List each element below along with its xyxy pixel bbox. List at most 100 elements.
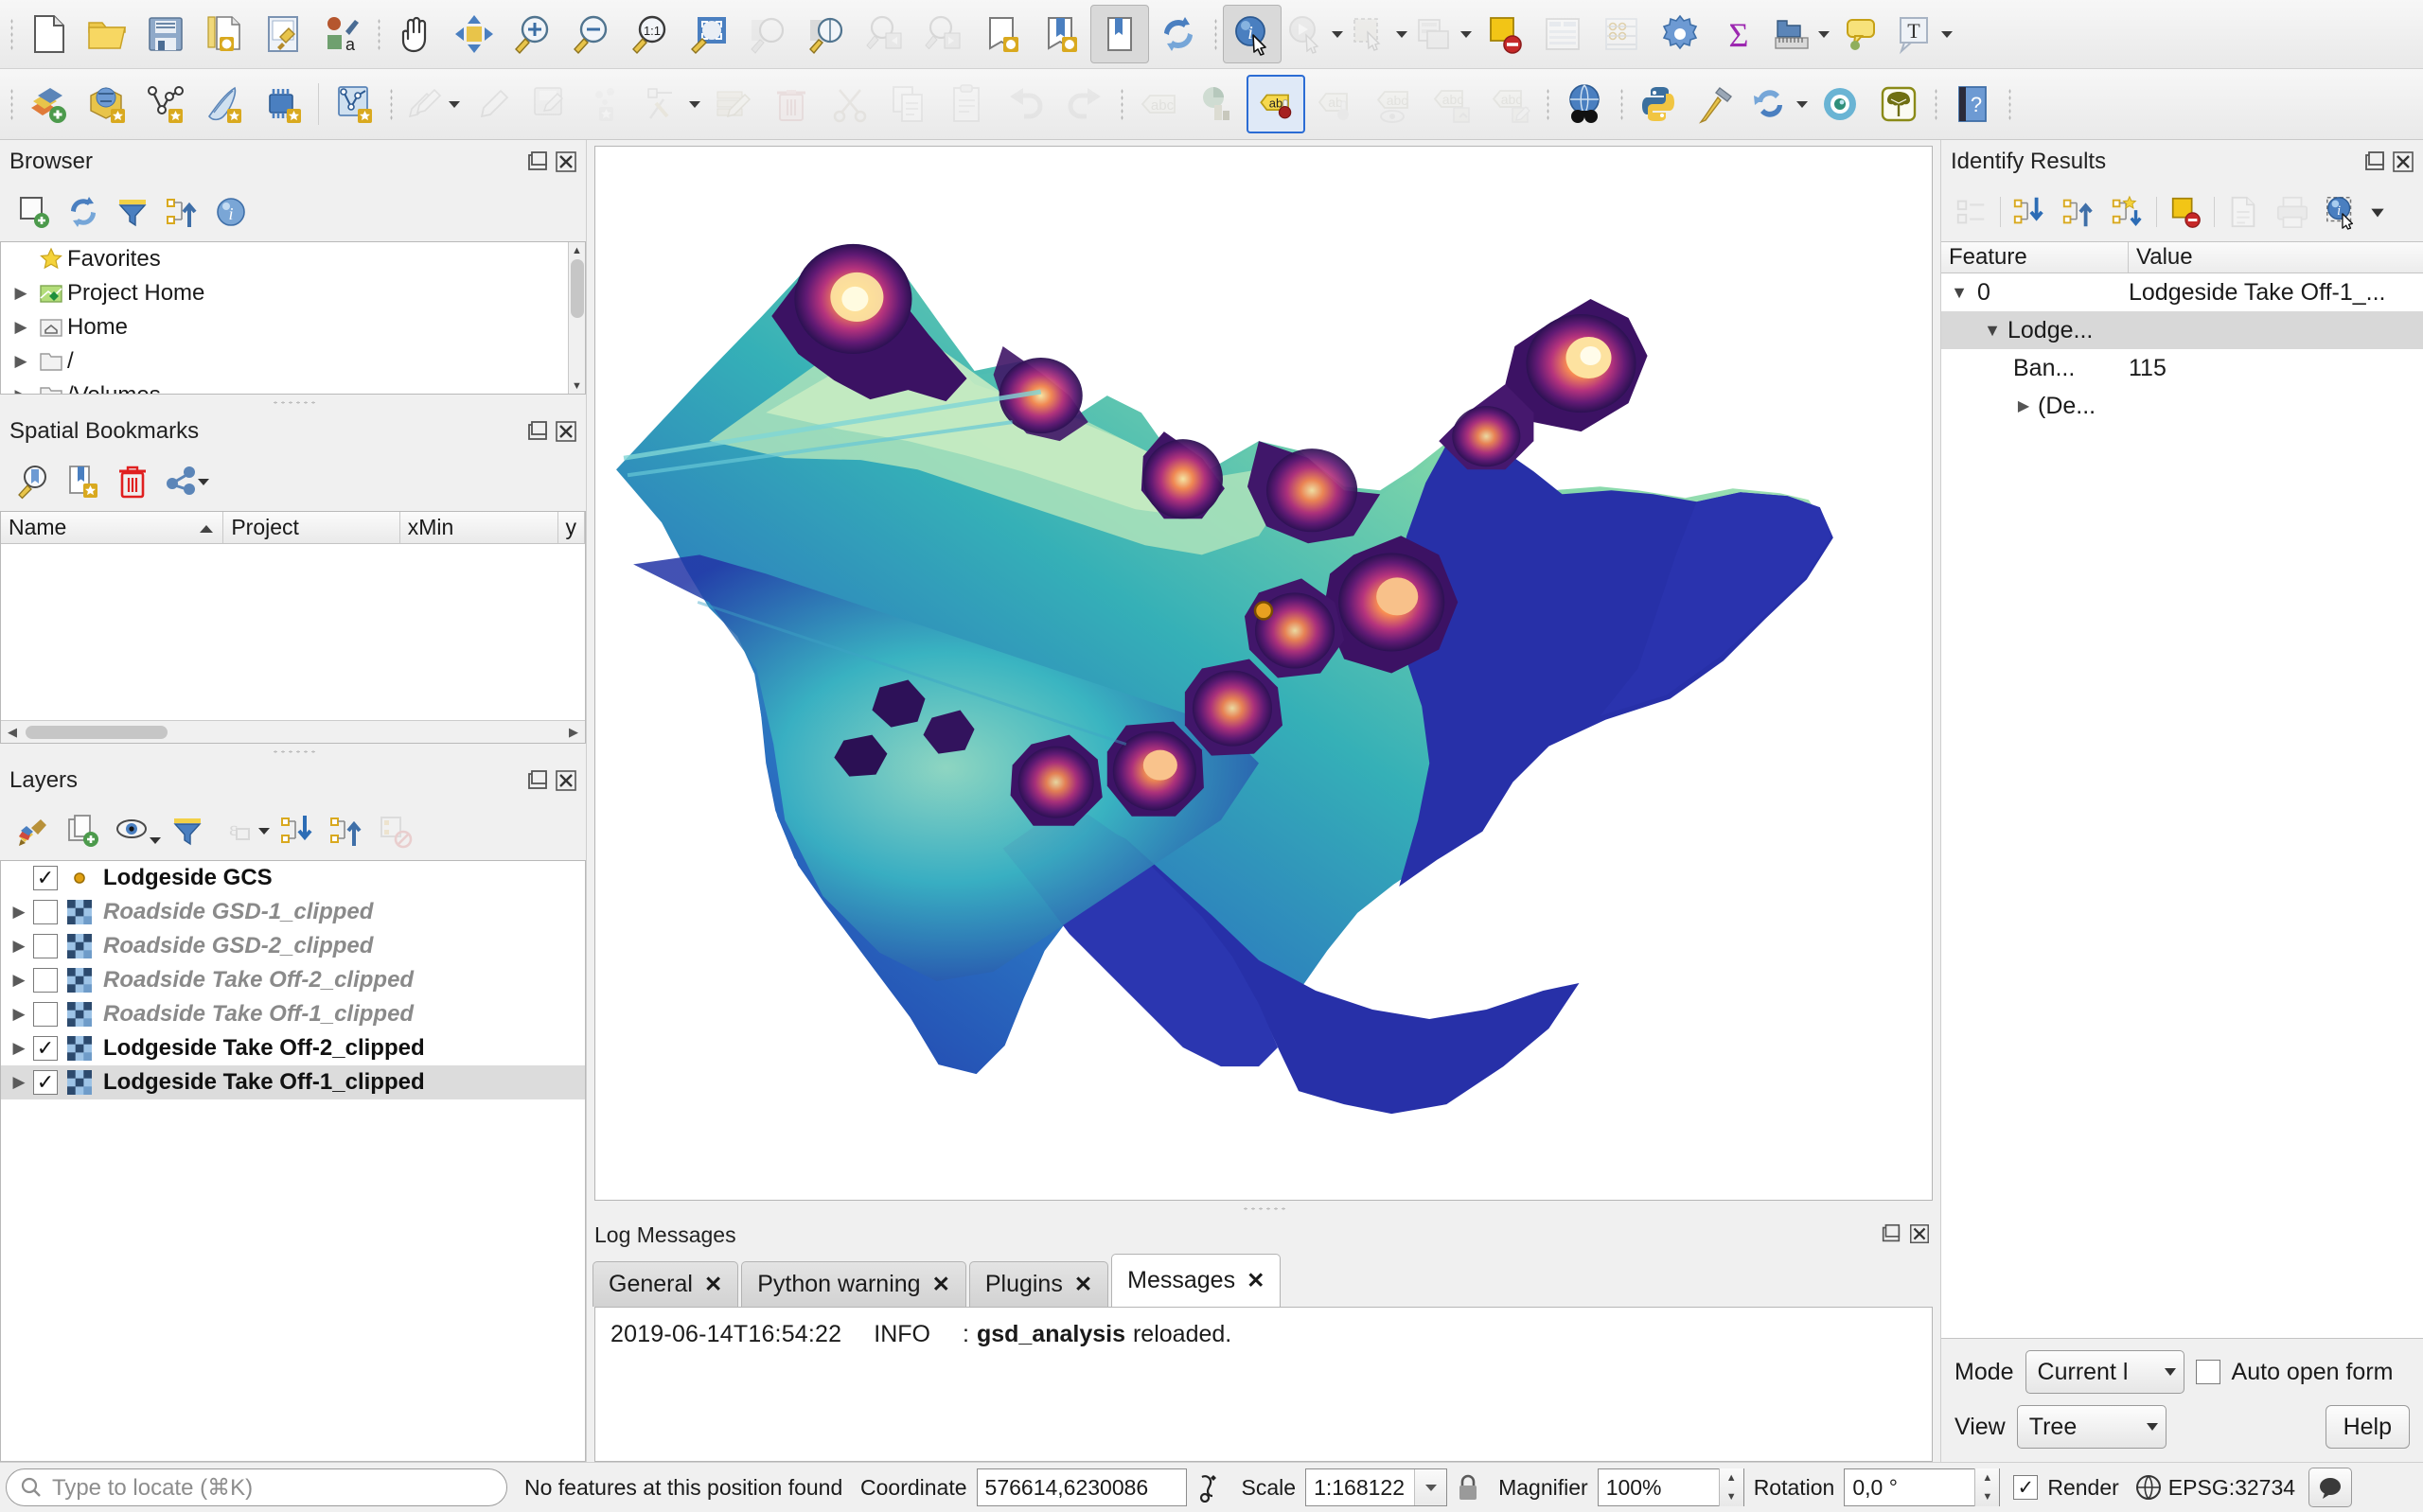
metasearch-icon[interactable] xyxy=(1555,75,1614,133)
layer-expander[interactable]: ▶ xyxy=(5,937,33,956)
add-bookmark-icon[interactable] xyxy=(59,457,108,506)
zoom-out-icon[interactable] xyxy=(562,5,621,63)
zoom-last-icon[interactable] xyxy=(856,5,914,63)
tab-plugins[interactable]: Plugins ✕ xyxy=(968,1261,1109,1307)
remove-layer-icon[interactable] xyxy=(371,806,420,855)
bookmarks-col-name[interactable]: Name xyxy=(1,512,224,543)
identify-row-layer[interactable]: ▼ Lodge... xyxy=(1941,311,2423,349)
crs-value[interactable]: EPSG:32734 xyxy=(2168,1475,2295,1501)
toolbar2-grip-4[interactable] xyxy=(1540,82,1555,126)
text-annotation-icon[interactable]: T xyxy=(1891,5,1938,63)
python-console-icon[interactable] xyxy=(1629,75,1688,133)
measure-dropdown-caret[interactable] xyxy=(1815,5,1832,63)
toggle-editing-icon[interactable] xyxy=(463,75,522,133)
tab-close-icon[interactable]: ✕ xyxy=(704,1272,722,1297)
refresh-icon[interactable] xyxy=(1149,5,1208,63)
crs-globe-icon[interactable] xyxy=(2129,1473,2168,1502)
save-project-icon[interactable] xyxy=(136,5,195,63)
expand-all-results-icon[interactable] xyxy=(2005,187,2054,237)
rotation-spinbox[interactable]: 0,0 ° ▲ ▼ xyxy=(1844,1468,2001,1506)
zoom-native-icon[interactable]: 1:1 xyxy=(621,5,680,63)
expression-filter-icon[interactable]: ε xyxy=(212,806,261,855)
open-project-icon[interactable] xyxy=(78,5,136,63)
expand-new-icon[interactable] xyxy=(1947,187,1996,237)
layer-expander[interactable]: ▶ xyxy=(5,1039,33,1058)
deselect-features-icon[interactable] xyxy=(1475,5,1533,63)
log-content[interactable]: 2019-06-14T16:54:22 INFO : gsd_analysis … xyxy=(594,1307,1933,1462)
enable-properties-icon[interactable]: i xyxy=(206,187,256,237)
tab-python-warning[interactable]: Python warning ✕ xyxy=(741,1261,966,1307)
refresh-browser-icon[interactable] xyxy=(59,187,108,237)
paste-features-icon[interactable] xyxy=(938,75,997,133)
options-icon[interactable] xyxy=(1651,5,1709,63)
browser-scroll-thumb[interactable] xyxy=(571,259,584,318)
zoom-layer-icon[interactable] xyxy=(797,5,856,63)
tab-close-icon[interactable]: ✕ xyxy=(1074,1272,1092,1297)
toolbar2-grip-2[interactable] xyxy=(383,82,398,126)
new-map-bookmark-icon[interactable] xyxy=(973,5,1032,63)
import-export-bookmarks-icon[interactable] xyxy=(157,457,206,506)
browser-item-root[interactable]: ▶ / xyxy=(1,344,568,378)
render-checkbox[interactable]: ✓ xyxy=(2013,1475,2039,1500)
identify-row-derived[interactable]: ▶ (De... xyxy=(1941,387,2423,425)
delete-bookmark-icon[interactable] xyxy=(108,457,157,506)
pin-labels-icon[interactable]: ab xyxy=(1247,75,1305,133)
filter-browser-icon[interactable] xyxy=(108,187,157,237)
layer-visibility-checkbox[interactable] xyxy=(33,1002,58,1027)
current-edits-icon[interactable] xyxy=(398,75,446,133)
identify-results-tree[interactable]: ▼ 0 Lodgeside Take Off-1_... ▼ Lodge... … xyxy=(1941,273,2423,1339)
new-spatialite-layer-icon[interactable] xyxy=(195,75,254,133)
layer-row-lodgeside-take-off-1[interactable]: ▶ ✓ Lodgeside Take Off-1_clipped xyxy=(1,1065,585,1099)
zoom-next-icon[interactable] xyxy=(914,5,973,63)
undo-icon[interactable] xyxy=(997,75,1055,133)
layer-visibility-checkbox[interactable] xyxy=(33,934,58,958)
tree-plugin-icon[interactable] xyxy=(1869,75,1928,133)
map-render[interactable] xyxy=(595,147,1932,1200)
toolbar2-grip-3[interactable] xyxy=(1114,82,1129,126)
expander-down-icon[interactable]: ▼ xyxy=(1941,283,1977,303)
bookmarks-col-project[interactable]: Project xyxy=(223,512,400,543)
add-feature-icon[interactable] xyxy=(580,75,639,133)
rotate-label-icon[interactable]: abc xyxy=(1423,75,1481,133)
layer-row-lodgeside-gcs[interactable]: ✓ Lodgeside GCS xyxy=(1,861,585,895)
toggle-extents-icon[interactable] xyxy=(1187,1472,1232,1503)
pan-to-selection-icon[interactable] xyxy=(445,5,504,63)
copy-features-icon[interactable] xyxy=(879,75,938,133)
default-actions-icon[interactable] xyxy=(2103,187,2152,237)
clear-results-icon[interactable] xyxy=(2161,187,2210,237)
identify-features-icon[interactable]: i xyxy=(1223,5,1282,63)
browser-item-volumes[interactable]: ▶ /Volumes xyxy=(1,378,568,394)
modify-attributes-icon[interactable] xyxy=(703,75,762,133)
canvas-log-splitter[interactable] xyxy=(587,1201,1940,1216)
layer-visibility-checkbox[interactable]: ✓ xyxy=(33,866,58,890)
run-feature-action-icon[interactable] xyxy=(1282,5,1329,63)
layer-row-roadside-gsd-1[interactable]: ▶ Roadside GSD-1_clipped xyxy=(1,895,585,929)
new-shapefile-layer-icon[interactable] xyxy=(136,75,195,133)
layer-visibility-checkbox[interactable] xyxy=(33,968,58,993)
add-layer-icon[interactable] xyxy=(19,75,78,133)
manage-visibility-icon[interactable] xyxy=(108,806,157,855)
expander-down-icon[interactable]: ▼ xyxy=(1977,321,2007,341)
bookmarks-col-xmin[interactable]: xMin xyxy=(400,512,558,543)
scroll-right-icon[interactable]: ▶ xyxy=(562,721,585,744)
layer-row-roadside-take-off-1[interactable]: ▶ Roadside Take Off-1_clipped xyxy=(1,997,585,1031)
cut-features-icon[interactable] xyxy=(821,75,879,133)
layer-expander[interactable]: ▶ xyxy=(5,1073,33,1092)
open-attribute-table-icon[interactable] xyxy=(1533,5,1592,63)
show-bookmark-manager-icon[interactable] xyxy=(1090,5,1149,63)
select-features-icon[interactable] xyxy=(1346,5,1393,63)
layer-visibility-checkbox[interactable]: ✓ xyxy=(33,1036,58,1061)
new-project-icon[interactable] xyxy=(19,5,78,63)
browser-vscrollbar[interactable]: ▲ ▼ xyxy=(568,242,585,394)
zoom-to-bookmark-icon[interactable] xyxy=(9,457,59,506)
toolbar-grip-2[interactable] xyxy=(371,12,386,56)
show-bookmarks-icon[interactable] xyxy=(1032,5,1090,63)
browser-item-favorites[interactable]: Favorites xyxy=(1,242,568,276)
vertex-tool-caret[interactable] xyxy=(686,75,703,133)
zoom-selection-icon[interactable] xyxy=(738,5,797,63)
new-geopackage-layer-icon[interactable] xyxy=(254,75,312,133)
add-group-icon[interactable] xyxy=(59,806,108,855)
tab-close-icon[interactable]: ✕ xyxy=(932,1272,950,1297)
browser-expander[interactable]: ▶ xyxy=(7,352,35,371)
mode-select[interactable]: Current l xyxy=(2025,1350,2184,1394)
